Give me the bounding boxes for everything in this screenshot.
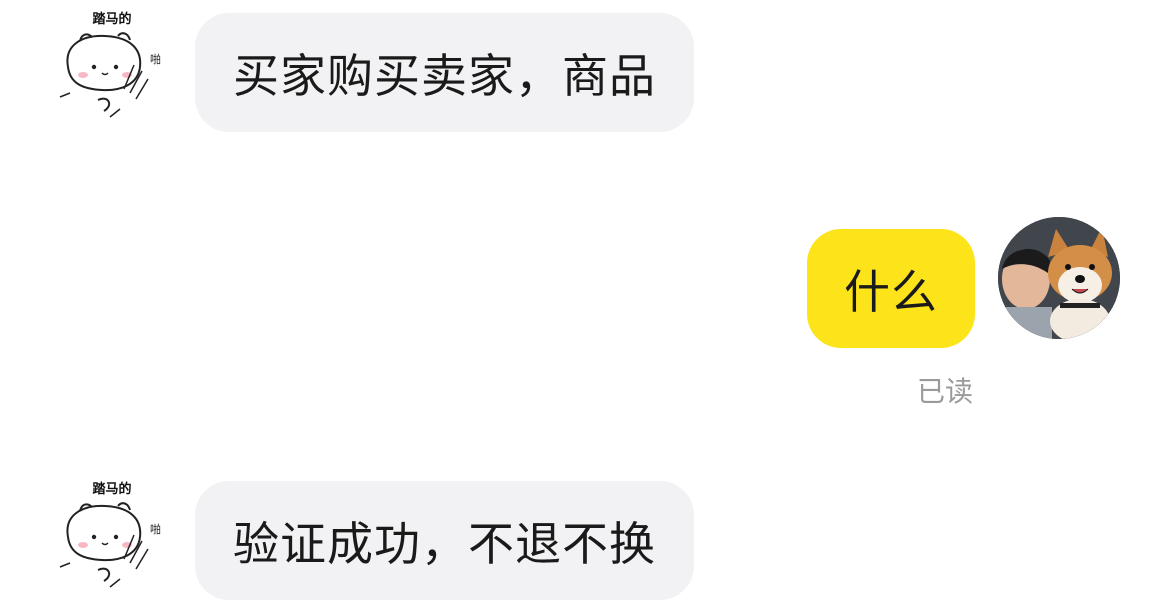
- sticker-side-text: 啪: [150, 522, 161, 536]
- message-text: 验证成功，不退不换: [233, 516, 656, 571]
- sticker-side-text: 啪: [150, 52, 161, 66]
- chat-thread: 踏马的 啪 买家购买卖家，商品 什么 已读 踏马的 啪 验证成功，不退不换: [0, 0, 1170, 611]
- message-outgoing: 什么 已读: [0, 210, 1170, 410]
- message-incoming: 踏马的 啪 买家购买卖家，商品: [0, 0, 1170, 140]
- message-text: 买家购买卖家，商品: [233, 48, 656, 103]
- sender-avatar[interactable]: 踏马的 啪: [50, 5, 175, 130]
- sticker-caption: 踏马的: [92, 11, 131, 27]
- message-incoming: 踏马的 啪 验证成功，不退不换: [0, 470, 1170, 611]
- sticker-caption: 踏马的: [92, 481, 131, 497]
- sender-avatar[interactable]: 踏马的 啪: [50, 475, 175, 600]
- message-bubble[interactable]: 验证成功，不退不换: [195, 481, 694, 600]
- read-status: 已读: [917, 375, 974, 408]
- cat-sticker-icon: 踏马的 啪: [59, 481, 161, 588]
- user-avatar[interactable]: [998, 217, 1120, 339]
- message-text: 什么: [844, 264, 938, 319]
- cat-sticker-icon: 踏马的 啪: [59, 11, 161, 118]
- dog-photo-icon: [998, 217, 1120, 339]
- message-bubble[interactable]: 买家购买卖家，商品: [195, 13, 694, 132]
- message-bubble[interactable]: 什么: [807, 229, 975, 348]
